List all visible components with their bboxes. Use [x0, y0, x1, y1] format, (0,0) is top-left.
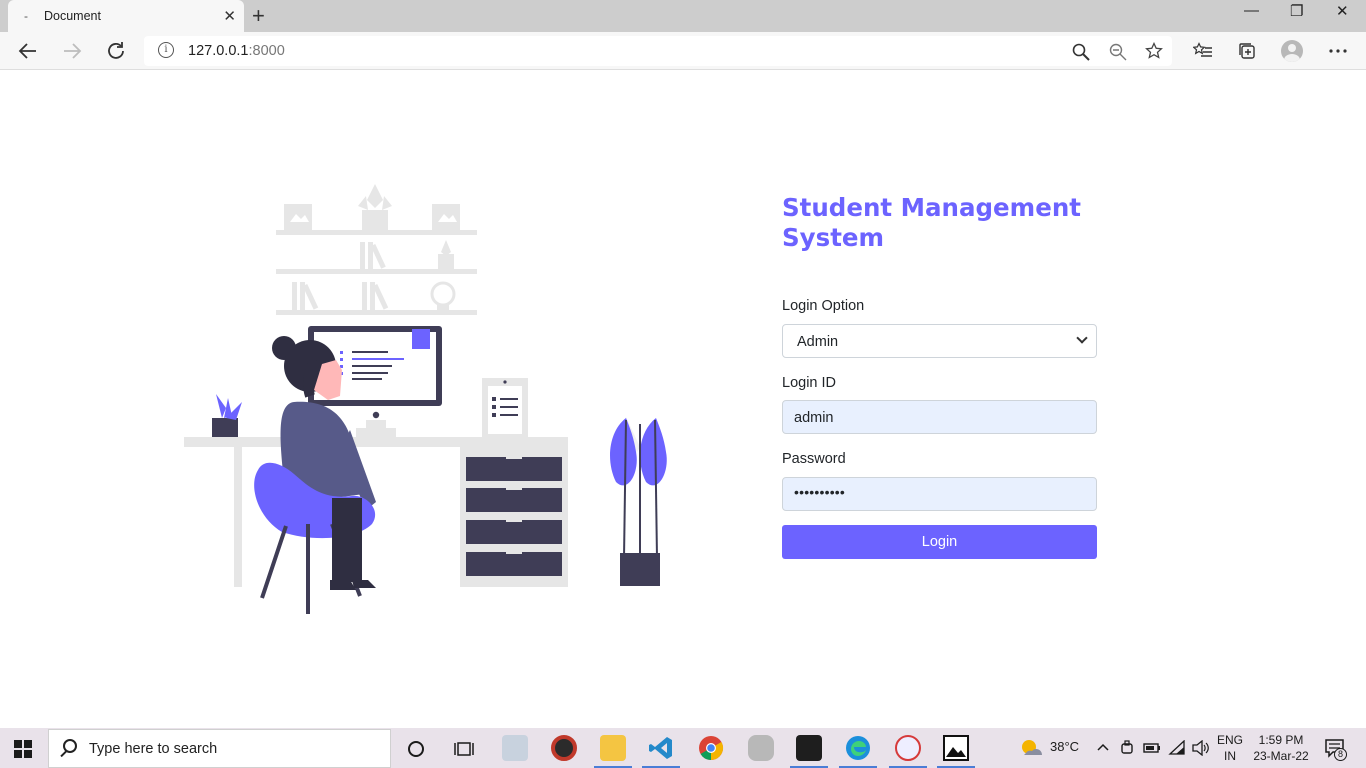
file-explorer-icon[interactable]	[600, 735, 626, 761]
site-info-icon[interactable]: i	[158, 42, 174, 58]
search-placeholder: Type here to search	[89, 741, 218, 757]
zoom-out-icon[interactable]	[1109, 43, 1127, 61]
tab-close-icon[interactable]: ✕	[223, 7, 236, 25]
login-id-label: Login ID	[782, 375, 837, 391]
search-icon	[63, 739, 77, 753]
password-label: Password	[782, 451, 846, 467]
battery-icon[interactable]	[1143, 742, 1161, 754]
browser-tab[interactable]: - Document ✕	[8, 0, 244, 32]
weather-temperature[interactable]: 38°C	[1050, 739, 1079, 754]
vscode-icon[interactable]	[648, 735, 674, 761]
snipping-tool-icon[interactable]	[895, 735, 921, 761]
favorite-star-icon[interactable]	[1145, 42, 1163, 60]
login-option-select[interactable]: Admin	[782, 324, 1097, 358]
tab-title: Document	[44, 9, 101, 23]
clock-date: 23-Mar-22	[1253, 749, 1309, 763]
login-option-label: Login Option	[782, 298, 865, 314]
taskbar-search-box[interactable]: Type here to search	[48, 729, 391, 768]
chevron-down-icon	[1076, 332, 1088, 344]
login-id-value: admin	[794, 410, 834, 426]
task-manager-icon[interactable]	[502, 735, 528, 761]
terminal-icon[interactable]	[796, 735, 822, 761]
weather-sun-icon[interactable]	[1018, 737, 1044, 757]
back-arrow-icon[interactable]	[18, 42, 38, 60]
browser-tab-strip: - Document ✕ + — ❐ ✕	[0, 0, 1366, 32]
login-button[interactable]: Login	[782, 525, 1097, 559]
tray-chevron-up-icon[interactable]	[1097, 742, 1109, 752]
volume-icon[interactable]	[1192, 740, 1210, 756]
password-input[interactable]: ••••••••••	[782, 477, 1097, 511]
cortana-icon[interactable]	[407, 740, 425, 758]
window-close-icon[interactable]: ✕	[1336, 2, 1349, 20]
forward-arrow-icon[interactable]	[62, 42, 82, 60]
refresh-icon[interactable]	[106, 41, 126, 61]
app-icon-red[interactable]	[551, 735, 577, 761]
wifi-icon[interactable]	[1168, 740, 1186, 756]
page-title: Student Management System	[782, 193, 1081, 252]
clock-time: 1:59 PM	[1258, 733, 1304, 747]
meet-now-icon[interactable]	[1120, 740, 1134, 756]
windows-taskbar: Type here to search 38°C ENG IN 1:59 PM …	[0, 728, 1366, 768]
edge-icon[interactable]	[845, 735, 871, 761]
new-tab-button[interactable]: +	[252, 3, 265, 29]
zoom-icon[interactable]	[1072, 43, 1090, 61]
chrome-icon[interactable]	[698, 735, 724, 761]
login-id-input[interactable]: admin	[782, 400, 1097, 434]
more-menu-icon[interactable]	[1329, 49, 1347, 53]
photos-icon[interactable]	[943, 735, 969, 761]
tab-favicon: -	[24, 9, 28, 23]
task-view-icon[interactable]	[454, 740, 474, 758]
minimize-icon[interactable]: —	[1244, 2, 1259, 19]
password-value: ••••••••••	[794, 484, 846, 500]
profile-icon[interactable]	[1281, 40, 1303, 62]
url-text[interactable]: 127.0.0.1:8000	[188, 43, 285, 59]
collections-icon[interactable]	[1238, 42, 1256, 60]
notification-count-badge: 8	[1334, 748, 1347, 761]
favorites-list-icon[interactable]	[1193, 42, 1213, 60]
workspace-illustration	[184, 184, 667, 614]
windows-start-icon[interactable]	[14, 740, 32, 758]
taskbar-clock[interactable]: 1:59 PM 23-Mar-22	[1250, 732, 1312, 764]
language-line-2: IN	[1224, 749, 1236, 763]
restore-icon[interactable]: ❐	[1290, 2, 1303, 20]
login-option-value: Admin	[797, 334, 839, 350]
browser-toolbar: i 127.0.0.1:8000	[0, 32, 1366, 70]
language-line-1: ENG	[1216, 733, 1243, 747]
address-bar[interactable]: i 127.0.0.1:8000	[144, 36, 1172, 66]
language-indicator[interactable]: ENG IN	[1214, 732, 1246, 764]
database-icon[interactable]	[748, 735, 774, 761]
